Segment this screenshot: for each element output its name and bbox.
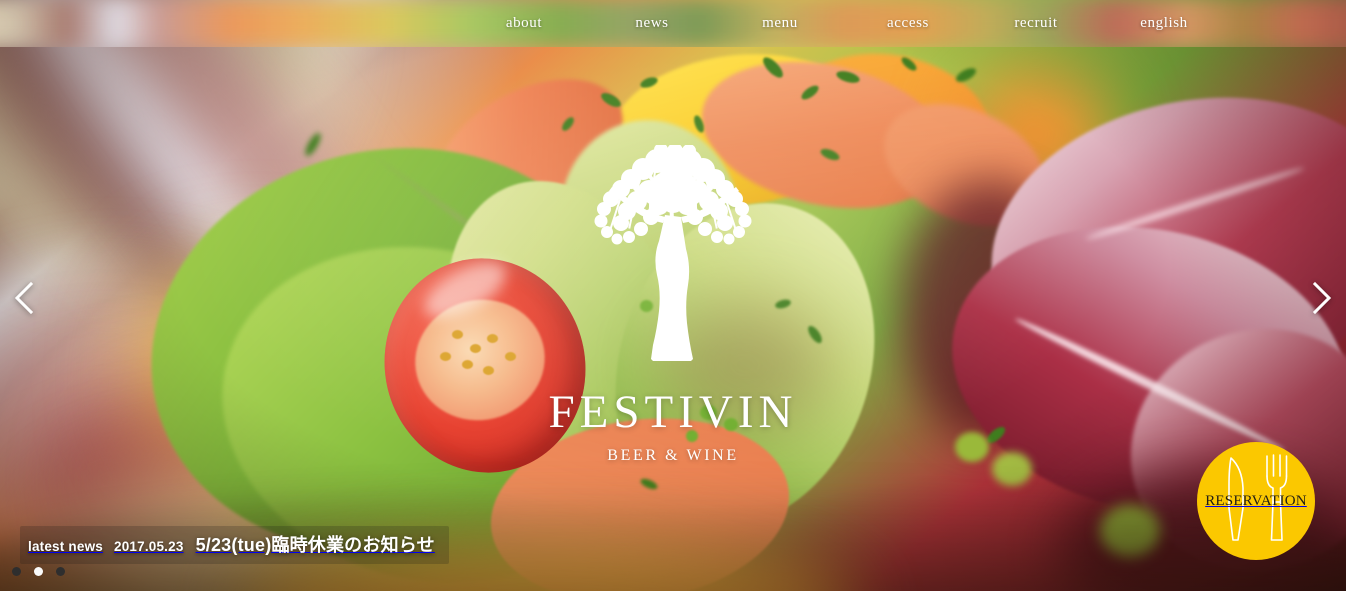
slider-pagination bbox=[12, 567, 65, 576]
reservation-label: RESERVATION bbox=[1205, 492, 1307, 509]
nav-item-menu[interactable]: menu bbox=[716, 0, 844, 47]
main-navigation: about news menu access recruit english bbox=[0, 0, 1346, 47]
slider-dot-1[interactable] bbox=[12, 567, 21, 576]
chevron-right-icon bbox=[1312, 281, 1332, 315]
latest-news-date: 2017.05.23 bbox=[113, 539, 184, 554]
slider-dot-3[interactable] bbox=[56, 567, 65, 576]
chevron-left-icon bbox=[14, 281, 34, 315]
slider-next-button[interactable] bbox=[1302, 278, 1342, 318]
nav-item-english[interactable]: english bbox=[1100, 0, 1228, 47]
latest-news-ticker[interactable]: latest news 2017.05.23 5/23(tue)臨時休業のお知ら… bbox=[20, 526, 449, 564]
nav-item-recruit[interactable]: recruit bbox=[972, 0, 1100, 47]
site-header: about news menu access recruit english bbox=[0, 0, 1346, 47]
hero-background-photo bbox=[0, 0, 1346, 591]
latest-news-title: 5/23(tue)臨時休業のお知らせ bbox=[195, 535, 435, 555]
nav-item-about[interactable]: about bbox=[460, 0, 588, 47]
slider-dot-2[interactable] bbox=[34, 567, 43, 576]
nav-item-access[interactable]: access bbox=[844, 0, 972, 47]
nav-item-news[interactable]: news bbox=[588, 0, 716, 47]
latest-news-label: latest news bbox=[28, 539, 103, 554]
homepage-hero-stage: about news menu access recruit english F… bbox=[0, 0, 1346, 591]
slider-prev-button[interactable] bbox=[4, 278, 44, 318]
reservation-button[interactable]: RESERVATION bbox=[1197, 442, 1315, 560]
